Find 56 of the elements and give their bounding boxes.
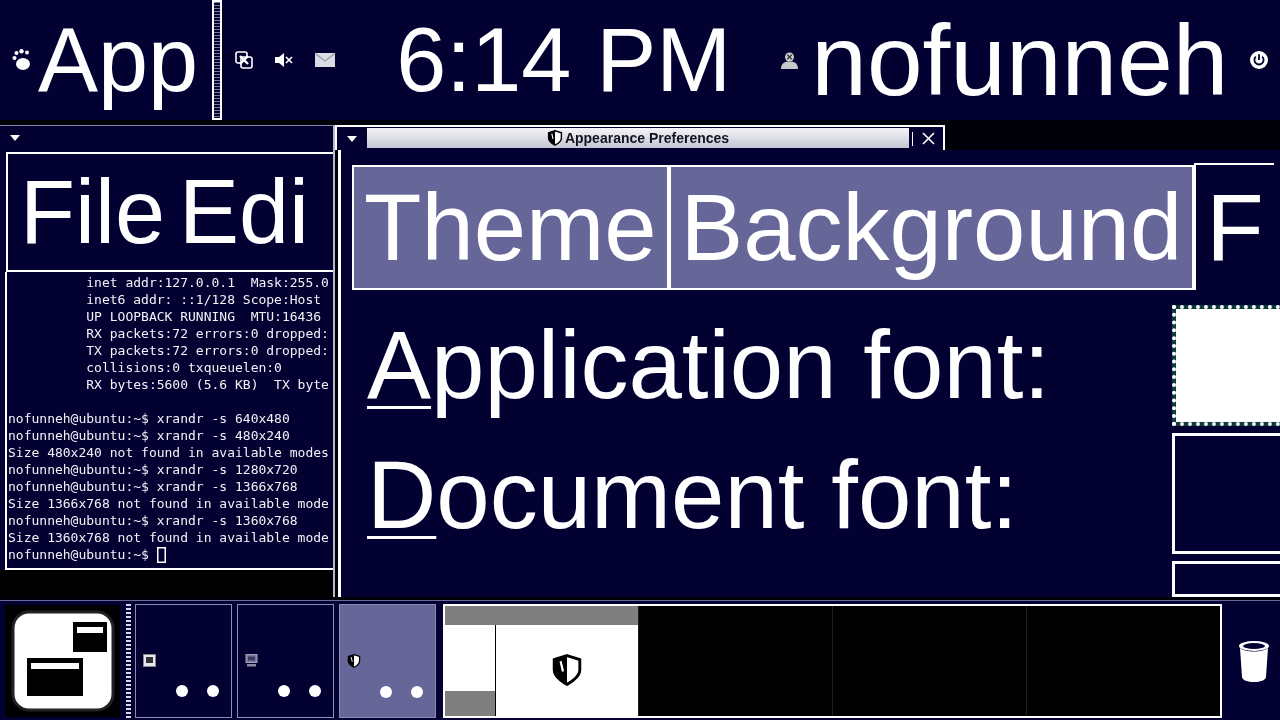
- window-title: Appearance Preferences: [564, 130, 730, 146]
- dots-icon: [278, 684, 321, 697]
- foot-icon[interactable]: [12, 49, 31, 71]
- envelope-icon[interactable]: [315, 53, 336, 67]
- shield-icon: [551, 654, 583, 686]
- trash-icon[interactable]: [1238, 639, 1270, 682]
- tab[interactable]: Theme: [352, 165, 669, 290]
- output-line: inet addr:127.0.0.1 Mask:255.0: [86, 274, 329, 291]
- command-line: nofunneh@ubuntu:~$ xrandr -s 1366x768: [8, 478, 298, 495]
- font-label: Application font:: [367, 310, 1051, 420]
- command-line: nofunneh@ubuntu:~$ xrandr -s 480x240: [8, 427, 290, 444]
- output-line: RX bytes:5600 (5.6 KB) TX byte: [86, 376, 329, 393]
- output-line: Size 1360x768 not found in available mode: [8, 529, 329, 546]
- caret-icon: [347, 135, 357, 142]
- output-line: RX packets:72 errors:0 dropped:: [86, 325, 329, 342]
- computer-icon: [245, 653, 258, 667]
- power-icon[interactable]: [1250, 51, 1268, 69]
- output-line: TX packets:72 errors:0 dropped:: [86, 342, 329, 359]
- tab[interactable]: F: [1194, 163, 1274, 290]
- font-button[interactable]: [1172, 433, 1280, 554]
- prompt-line: nofunneh@ubuntu:~$: [8, 546, 149, 563]
- dots-icon: [176, 684, 219, 697]
- output-line: inet6 addr: ::1/128 Scope:Host: [86, 291, 322, 308]
- shield-icon: [546, 130, 563, 146]
- windows-icon: [10, 609, 115, 712]
- menu-item[interactable]: File: [20, 159, 166, 265]
- font-button[interactable]: [1172, 305, 1280, 426]
- command-line: nofunneh@ubuntu:~$ xrandr -s 1360x768: [8, 512, 298, 529]
- panel-handle[interactable]: [126, 603, 131, 718]
- window-x-icon[interactable]: [235, 51, 254, 69]
- output-line: UP LOOPBACK RUNNING MTU:16436: [86, 308, 322, 325]
- output-line: Size 1366x768 not found in available mode: [8, 495, 329, 512]
- font-label: Document font:: [367, 440, 1018, 550]
- dots-icon: [380, 685, 423, 698]
- command-line: nofunneh@ubuntu:~$ xrandr -s 640x480: [8, 410, 290, 427]
- text-cursor: [156, 546, 166, 563]
- output-line: collisions:0 txqueuelen:0: [86, 359, 282, 376]
- font-button[interactable]: [1172, 561, 1280, 597]
- command-line: nofunneh@ubuntu:~$ xrandr -s 1280x720: [8, 461, 298, 478]
- shield-icon: [347, 653, 361, 668]
- window-button[interactable]: [237, 603, 334, 718]
- user-icon[interactable]: [781, 51, 799, 69]
- applications-menu[interactable]: App: [38, 7, 199, 113]
- output-line: Size 480x240 not found in available modes: [8, 444, 329, 461]
- speaker-muted-icon[interactable]: [275, 53, 294, 67]
- terminal-icon: [143, 653, 156, 667]
- user-menu[interactable]: nofunneh: [811, 2, 1229, 118]
- menu-item[interactable]: Edi: [179, 159, 310, 265]
- workspace[interactable]: [445, 605, 638, 716]
- clock[interactable]: 6:14 PM: [396, 7, 732, 113]
- close-icon: [921, 132, 935, 145]
- show-desktop-button[interactable]: [5, 604, 120, 717]
- panel-handle[interactable]: [212, 0, 223, 120]
- tab[interactable]: Background: [668, 165, 1195, 290]
- window-button[interactable]: [135, 603, 232, 718]
- caret-icon: [10, 135, 20, 141]
